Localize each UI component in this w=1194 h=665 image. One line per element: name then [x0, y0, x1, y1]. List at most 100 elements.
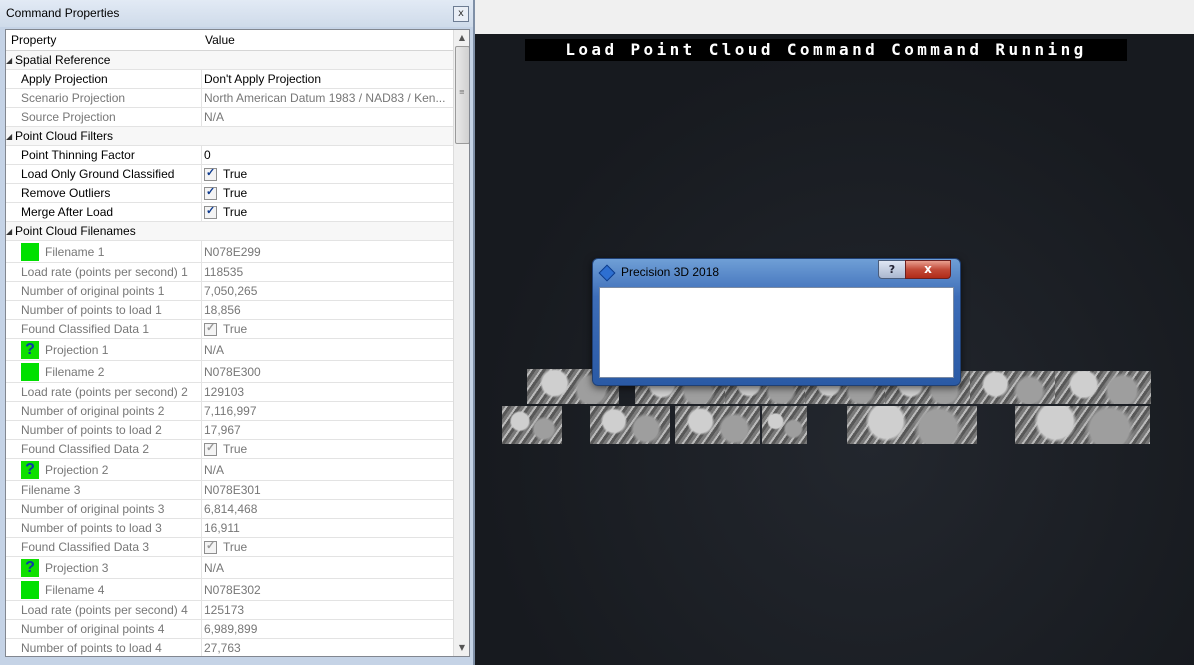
value-text: True: [223, 322, 248, 336]
property-value[interactable]: N/A: [204, 108, 450, 126]
scroll-up-arrow-icon[interactable]: ▲: [454, 30, 469, 46]
vertical-scrollbar[interactable]: ▲ ≡ ▼: [453, 30, 469, 656]
category-row[interactable]: ◢ Spatial Reference: [6, 51, 453, 70]
property-name: Filename 4: [21, 579, 202, 600]
checkbox[interactable]: [204, 204, 217, 219]
property-row[interactable]: ? Projection 1 N/A: [6, 339, 453, 361]
property-value[interactable]: Don't Apply Projection: [204, 70, 450, 88]
close-button[interactable]: x: [905, 260, 951, 279]
property-row[interactable]: Point Thinning Factor 0: [6, 146, 453, 165]
property-row[interactable]: Number of original points 3 6,814,468: [6, 500, 453, 519]
property-label: Filename 3: [21, 483, 81, 497]
checkbox[interactable]: [204, 441, 217, 456]
property-value[interactable]: True: [204, 440, 450, 458]
property-row[interactable]: Load rate (points per second) 1 118535: [6, 263, 453, 282]
help-button[interactable]: ?: [878, 260, 906, 279]
property-row[interactable]: Number of original points 4 6,989,899: [6, 620, 453, 639]
property-value[interactable]: N/A: [204, 557, 450, 578]
header-value[interactable]: Value: [205, 33, 235, 47]
value-text: True: [223, 205, 248, 219]
checkbox[interactable]: [204, 321, 217, 336]
property-value[interactable]: 125173: [204, 601, 450, 619]
property-row[interactable]: Scenario Projection North American Datum …: [6, 89, 453, 108]
property-row[interactable]: ? Projection 3 N/A: [6, 557, 453, 579]
scroll-down-arrow-icon[interactable]: ▼: [454, 640, 469, 656]
property-row[interactable]: Load Only Ground Classified True: [6, 165, 453, 184]
panel-close-button[interactable]: x: [453, 6, 469, 22]
property-value[interactable]: 27,763: [204, 639, 450, 656]
property-name: Number of original points 2: [21, 402, 202, 420]
property-value[interactable]: 16,911: [204, 519, 450, 537]
value-text: 17,967: [204, 423, 241, 437]
category-row[interactable]: ◢ Point Cloud Filenames: [6, 222, 453, 241]
property-name: Number of original points 1: [21, 282, 202, 300]
property-value[interactable]: N078E302: [204, 579, 450, 600]
collapse-chevron-icon[interactable]: ◢: [6, 227, 15, 236]
scroll-thumb[interactable]: ≡: [455, 46, 469, 144]
property-row[interactable]: Apply Projection Don't Apply Projection: [6, 70, 453, 89]
property-value[interactable]: 6,989,899: [204, 620, 450, 638]
property-row[interactable]: Number of points to load 3 16,911: [6, 519, 453, 538]
terrain-tile: [1015, 406, 1150, 444]
property-label: Merge After Load: [21, 205, 114, 219]
precision-3d-dialog[interactable]: Precision 3D 2018 ? x: [592, 258, 961, 386]
property-row[interactable]: Source Projection N/A: [6, 108, 453, 127]
property-value[interactable]: True: [204, 165, 450, 183]
property-row[interactable]: Filename 2 N078E300: [6, 361, 453, 383]
dialog-body: [599, 287, 954, 378]
property-row[interactable]: Filename 3 N078E301: [6, 481, 453, 500]
property-row[interactable]: Found Classified Data 2 True: [6, 440, 453, 459]
property-value[interactable]: N078E299: [204, 241, 450, 262]
property-value[interactable]: N/A: [204, 339, 450, 360]
checkbox[interactable]: [204, 166, 217, 181]
property-name: Merge After Load: [21, 203, 202, 221]
property-row[interactable]: Number of points to load 4 27,763: [6, 639, 453, 656]
property-label: Number of original points 2: [21, 404, 165, 418]
property-row[interactable]: Found Classified Data 1 True: [6, 320, 453, 339]
property-row[interactable]: Load rate (points per second) 4 125173: [6, 601, 453, 620]
property-row[interactable]: Number of original points 1 7,050,265: [6, 282, 453, 301]
property-row[interactable]: Number of points to load 2 17,967: [6, 421, 453, 440]
collapse-chevron-icon[interactable]: ◢: [6, 56, 15, 65]
property-value[interactable]: 118535: [204, 263, 450, 281]
value-text: N078E301: [204, 483, 261, 497]
property-row[interactable]: Remove Outliers True: [6, 184, 453, 203]
property-row[interactable]: ? Projection 2 N/A: [6, 459, 453, 481]
property-value[interactable]: True: [204, 203, 450, 221]
property-value[interactable]: N078E300: [204, 361, 450, 382]
property-row[interactable]: Found Classified Data 3 True: [6, 538, 453, 557]
property-label: Number of original points 3: [21, 502, 165, 516]
value-text: 7,050,265: [204, 284, 258, 298]
property-name: Filename 2: [21, 361, 202, 382]
property-row[interactable]: Filename 1 N078E299: [6, 241, 453, 263]
property-value[interactable]: 7,050,265: [204, 282, 450, 300]
property-value[interactable]: North American Datum 1983 / NAD83 / Ken.…: [204, 89, 450, 107]
property-row[interactable]: Number of points to load 1 18,856: [6, 301, 453, 320]
category-row[interactable]: ◢ Point Cloud Filters: [6, 127, 453, 146]
property-grid[interactable]: Property Value ◢ Spatial Reference Apply P…: [5, 29, 470, 657]
property-label: Filename 2: [45, 364, 105, 379]
collapse-chevron-icon[interactable]: ◢: [6, 132, 15, 141]
checkbox[interactable]: [204, 539, 217, 554]
header-property[interactable]: Property: [11, 33, 56, 47]
green-status-icon: [21, 242, 39, 261]
property-value[interactable]: 17,967: [204, 421, 450, 439]
property-row[interactable]: Load rate (points per second) 2 129103: [6, 383, 453, 402]
property-value[interactable]: True: [204, 184, 450, 202]
property-value[interactable]: N078E301: [204, 481, 450, 499]
property-value[interactable]: 7,116,997: [204, 402, 450, 420]
property-value[interactable]: 0: [204, 146, 450, 164]
property-value[interactable]: True: [204, 538, 450, 556]
property-value[interactable]: True: [204, 320, 450, 338]
property-name: Number of points to load 3: [21, 519, 202, 537]
property-value[interactable]: N/A: [204, 459, 450, 480]
property-value[interactable]: 129103: [204, 383, 450, 401]
property-value[interactable]: 6,814,468: [204, 500, 450, 518]
property-row[interactable]: Merge After Load True: [6, 203, 453, 222]
property-row[interactable]: Number of original points 2 7,116,997: [6, 402, 453, 421]
property-name: ? Projection 2: [21, 459, 202, 480]
checkbox[interactable]: [204, 185, 217, 200]
property-label: Apply Projection: [21, 72, 108, 86]
property-value[interactable]: 18,856: [204, 301, 450, 319]
property-row[interactable]: Filename 4 N078E302: [6, 579, 453, 601]
